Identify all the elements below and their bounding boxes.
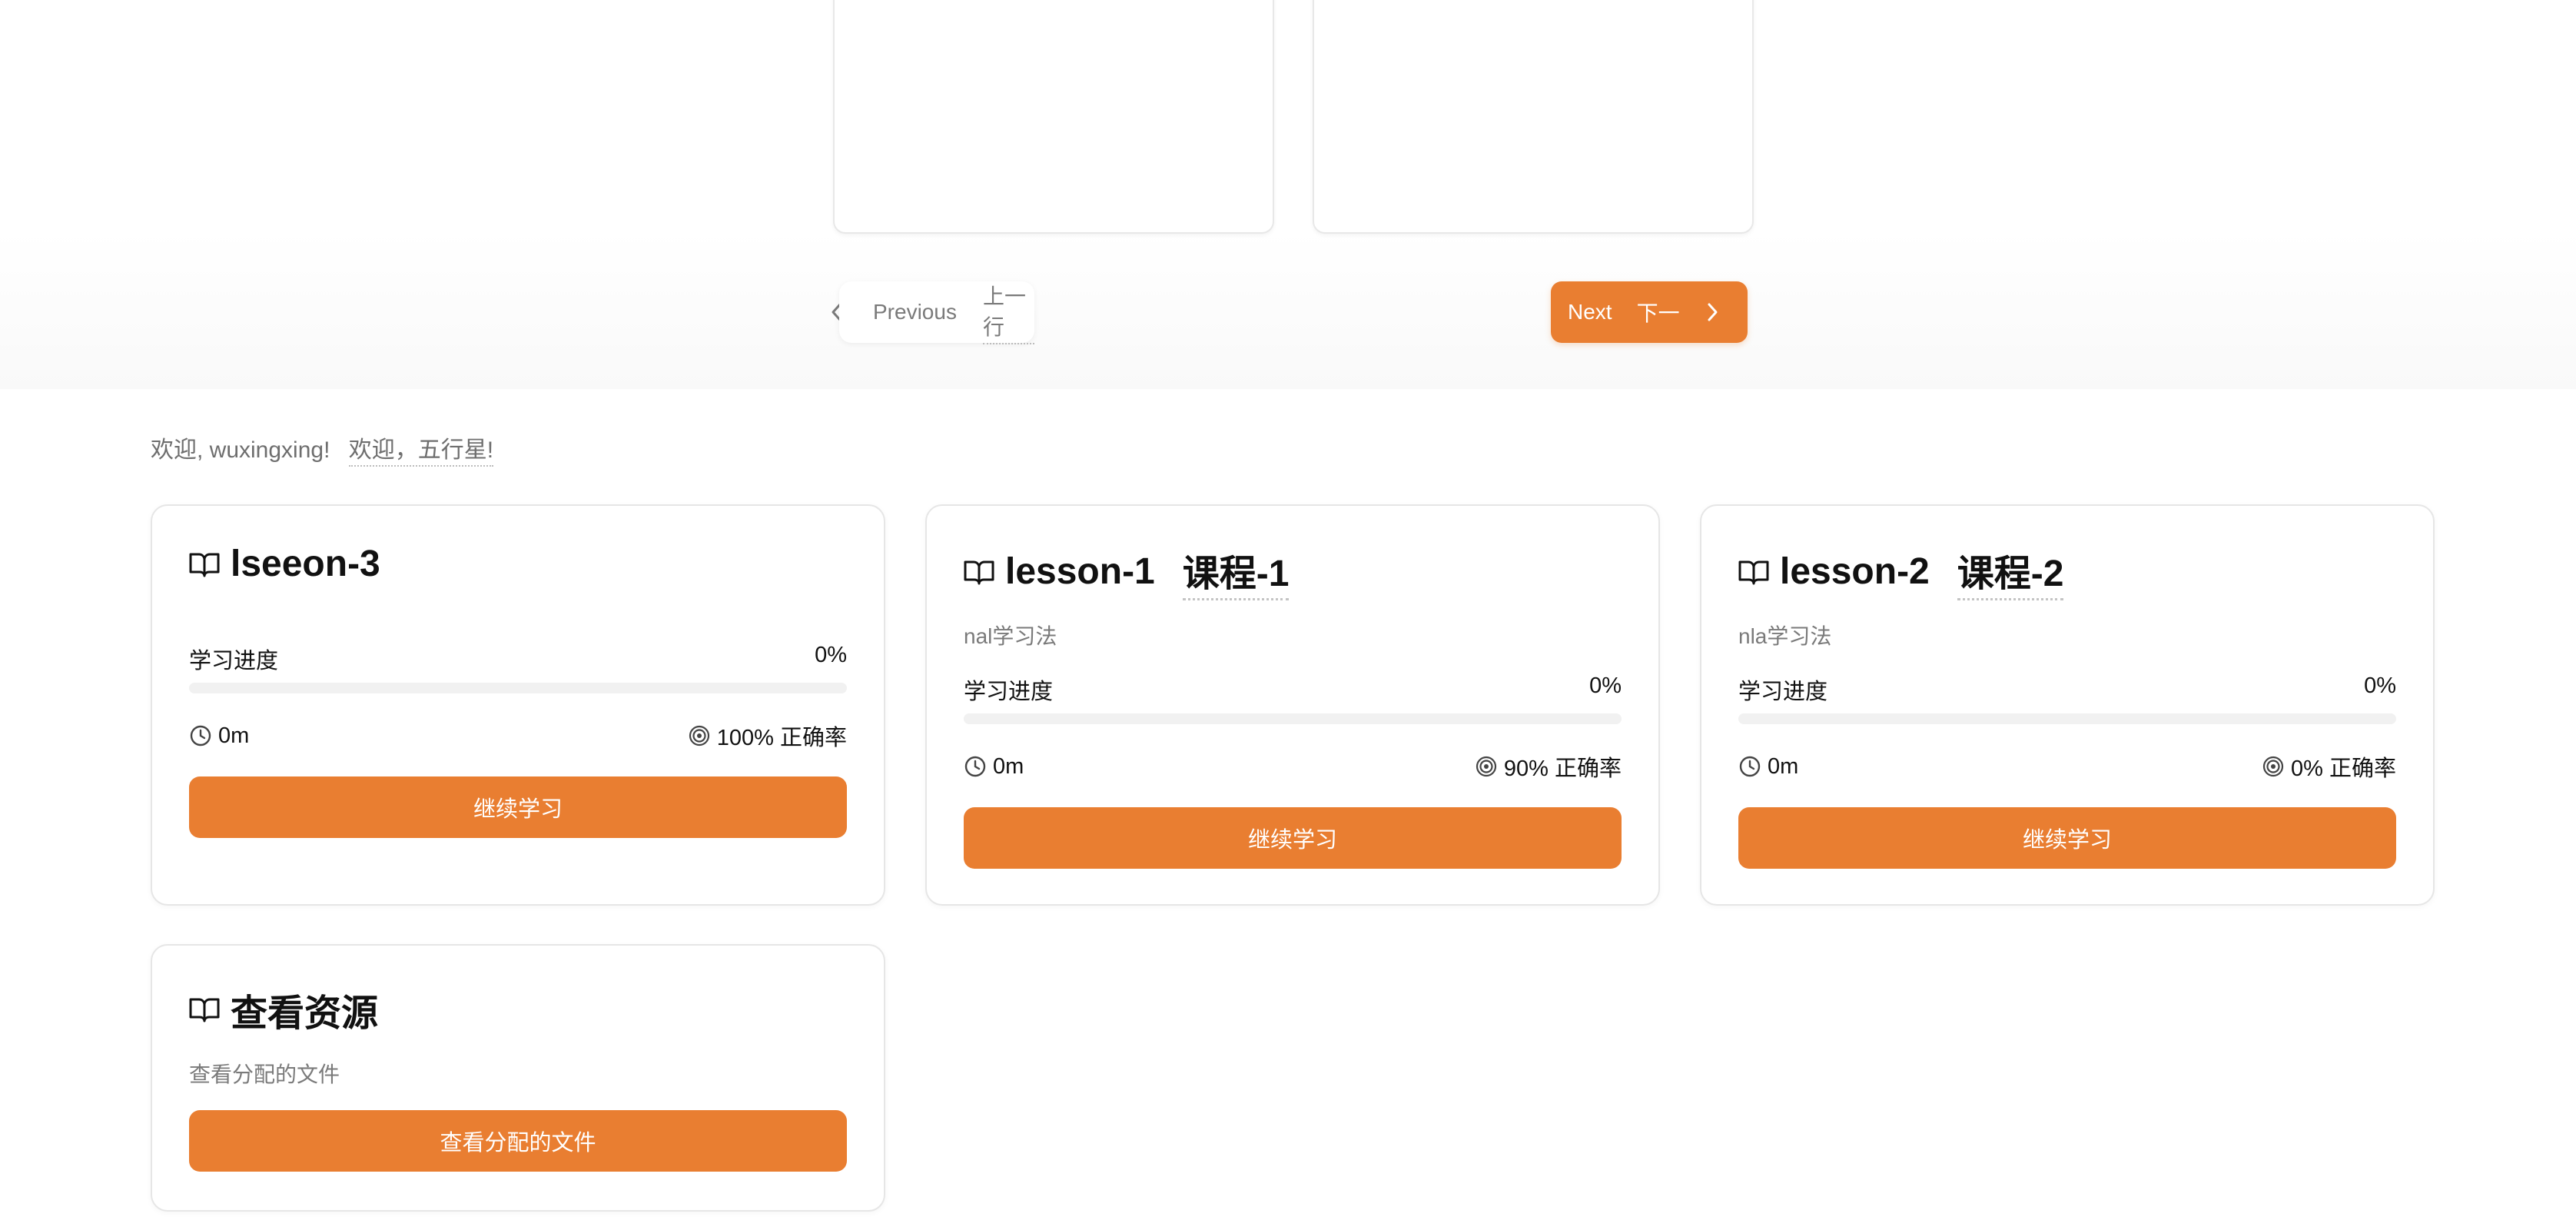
progress-value: 0% <box>1589 673 1622 698</box>
clock-icon <box>190 725 211 747</box>
previous-label-translation: 上一行 <box>982 280 1034 344</box>
time-stat: 0m <box>964 754 1024 780</box>
time-value: 0m <box>218 723 250 748</box>
progress-row: 学习进度 0% <box>189 643 847 675</box>
carousel-area: Previous 上一行 Next 下一 <box>0 0 2576 389</box>
progress-bar <box>964 713 1622 724</box>
book-open-icon <box>189 550 220 578</box>
continue-learning-button[interactable]: 继续学习 <box>189 776 847 838</box>
lesson-title: lseeon-3 <box>189 543 380 585</box>
clock-icon <box>1739 756 1761 777</box>
book-open-icon <box>1738 558 1769 586</box>
stats-row: 0m 0% 正确率 <box>1738 750 2396 783</box>
resources-title-text: 查看资源 <box>231 993 379 1034</box>
previous-label: Previous <box>873 300 957 324</box>
continue-learning-button[interactable]: 继续学习 <box>1738 807 2396 869</box>
progress-label: 学习进度 <box>189 649 279 673</box>
time-value: 0m <box>993 753 1024 779</box>
previous-button[interactable]: Previous 上一行 <box>839 280 1034 344</box>
progress-row: 学习进度 0% <box>964 673 1622 706</box>
time-stat: 0m <box>189 723 249 749</box>
lesson-subtitle: nla学习法 <box>1738 624 1832 648</box>
accuracy-value: 0% 正确率 <box>2291 756 2396 781</box>
accuracy-value: 90% 正确率 <box>1503 756 1622 781</box>
lesson-title: lesson-2 课程-2 <box>1738 543 2064 600</box>
accuracy-value: 100% 正确率 <box>716 726 847 750</box>
accuracy-stat: 90% 正确率 <box>1475 750 1622 783</box>
welcome-text-translation: 欢迎，五行星! <box>348 437 494 467</box>
resources-title: 查看资源 <box>189 983 378 1036</box>
progress-label: 学习进度 <box>964 680 1054 704</box>
book-open-icon <box>964 558 994 586</box>
progress-bar <box>189 683 847 693</box>
lesson-card: lseeon-3 学习进度 0% 0m 100% 正确率 继续学习 <box>151 504 885 906</box>
accuracy-stat: 0% 正确率 <box>2262 750 2396 783</box>
target-icon <box>1476 756 1496 777</box>
welcome-message: 欢迎, wuxingxing! 欢迎，五行星! <box>151 431 494 467</box>
book-open-icon <box>189 996 220 1023</box>
lesson-title-translation: 课程-1 <box>1182 543 1290 600</box>
view-files-button[interactable]: 查看分配的文件 <box>189 1110 847 1172</box>
lesson-title-text: lseeon-3 <box>231 544 380 584</box>
progress-row: 学习进度 0% <box>1738 673 2396 706</box>
lesson-title: lesson-1 课程-1 <box>964 543 1290 600</box>
lesson-title-translation: 课程-2 <box>1957 543 2064 600</box>
time-value: 0m <box>1768 753 1799 779</box>
progress-value: 0% <box>2364 673 2396 698</box>
lesson-subtitle: nal学习法 <box>964 624 1057 648</box>
welcome-text: 欢迎, wuxingxing! <box>151 437 330 463</box>
next-label: Next <box>1568 300 1612 324</box>
progress-label: 学习进度 <box>1738 680 1828 704</box>
resources-card: 查看资源 查看分配的文件 查看分配的文件 <box>151 944 885 1212</box>
target-icon <box>2262 756 2284 777</box>
carousel-slide <box>833 0 1274 234</box>
lesson-card: lesson-2 课程-2 nla学习法 学习进度 0% 0m 0% 正确率 继… <box>1700 504 2435 906</box>
continue-learning-button[interactable]: 继续学习 <box>964 807 1622 869</box>
progress-value: 0% <box>815 643 847 667</box>
lesson-title-text: lesson-1 <box>1005 551 1155 592</box>
progress-bar <box>1738 713 2396 724</box>
clock-icon <box>964 756 986 777</box>
stats-row: 0m 90% 正确率 <box>964 750 1622 783</box>
time-stat: 0m <box>1738 754 1798 780</box>
target-icon <box>689 725 709 747</box>
accuracy-stat: 100% 正确率 <box>688 720 847 752</box>
carousel-slide <box>1313 0 1754 234</box>
resources-subtitle: 查看分配的文件 <box>189 1062 340 1086</box>
lesson-title-text: lesson-2 <box>1780 551 1930 592</box>
stats-row: 0m 100% 正确率 <box>189 720 847 752</box>
lesson-card: lesson-1 课程-1 nal学习法 学习进度 0% 0m 90% 正确率 … <box>925 504 1660 906</box>
chevron-right-icon <box>1706 302 1718 322</box>
next-label-translation: 下一 <box>1636 301 1680 325</box>
next-button[interactable]: Next 下一 <box>1551 281 1748 343</box>
